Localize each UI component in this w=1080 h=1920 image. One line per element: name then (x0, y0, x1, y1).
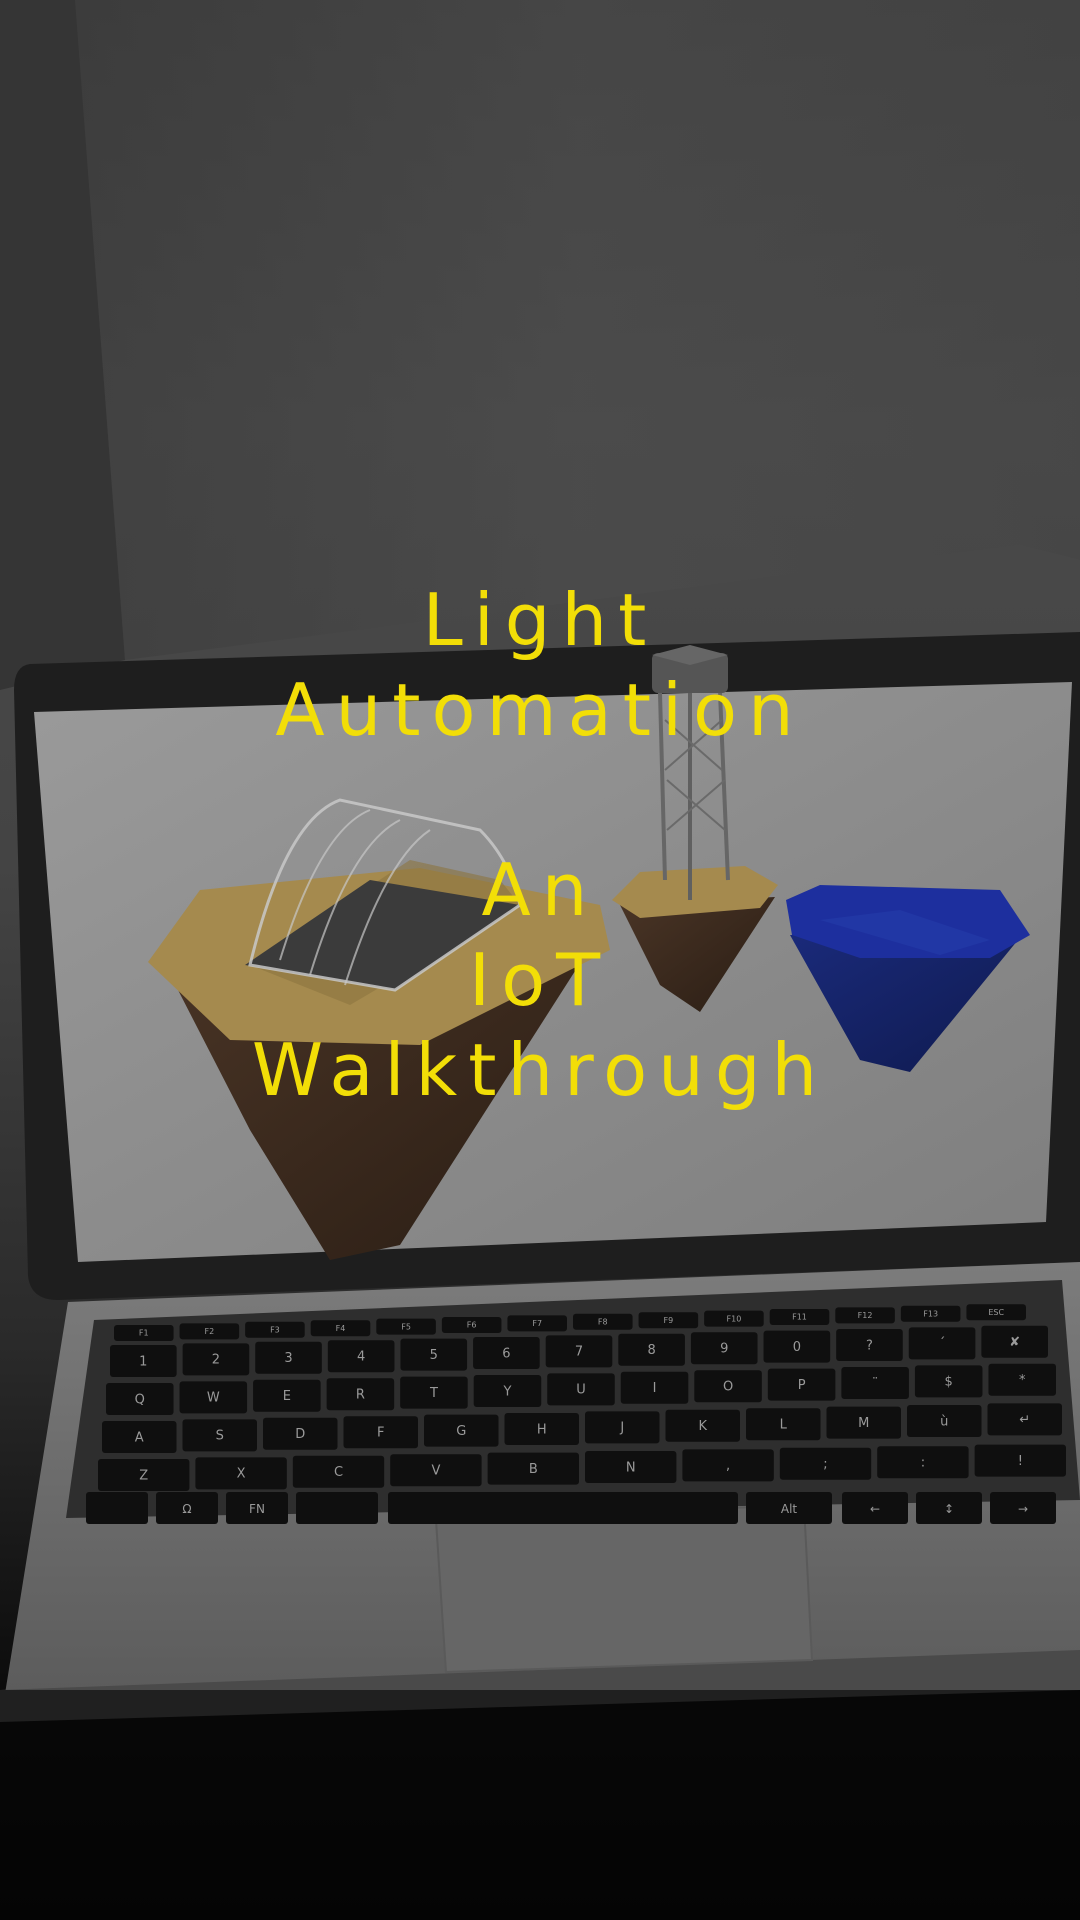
key-label: U (576, 1383, 586, 1398)
key-label: 4 (357, 1350, 365, 1365)
key-label: F9 (664, 1316, 674, 1325)
key-label: A (135, 1430, 144, 1445)
keyboard-key[interactable] (86, 1492, 148, 1524)
key-label: : (921, 1456, 925, 1471)
key-label: F3 (270, 1325, 280, 1334)
key-label: Y (502, 1384, 511, 1399)
key-label: K (698, 1419, 707, 1434)
key-label: F1 (139, 1329, 149, 1338)
title-line: Light (422, 578, 658, 662)
trackpad[interactable] (434, 1503, 814, 1674)
key-label: O (723, 1380, 733, 1395)
key-label: F13 (923, 1309, 938, 1318)
spacebar[interactable] (388, 1492, 738, 1524)
key-label: F10 (727, 1314, 742, 1323)
key-label: F5 (401, 1322, 411, 1331)
key-label: * (1019, 1373, 1026, 1388)
key-label: I (653, 1381, 657, 1396)
key-label: P (798, 1378, 806, 1393)
key-label: FN (249, 1502, 265, 1516)
key-label: 0 (793, 1340, 801, 1355)
key-label: ? (866, 1338, 873, 1353)
key-label: ! (1018, 1454, 1023, 1469)
subtitle-line: Walkthrough (251, 1028, 829, 1112)
key-label: F2 (205, 1327, 215, 1336)
key-label: 1 (139, 1354, 147, 1369)
key-label: F6 (467, 1321, 477, 1330)
key-label: Alt (781, 1502, 798, 1516)
laptop-icon (0, 632, 1080, 1722)
key-label: ¨ (872, 1376, 879, 1391)
key-label: 6 (502, 1346, 510, 1361)
key-label: J (619, 1421, 624, 1436)
app-background: F1 F2 F3 F4 F5 F6 F7 F8 F9 F10 F11 F12 F13 ESC 1 2 3 4 5 6 7… (0, 0, 1080, 1920)
key-label: F11 (792, 1313, 807, 1322)
key-label: , (726, 1459, 730, 1474)
key-label: ESC (988, 1308, 1004, 1317)
key-label: 2 (212, 1353, 220, 1368)
key-label: ↕ (944, 1502, 954, 1516)
key-label: F8 (598, 1317, 608, 1326)
key-label: Z (139, 1468, 148, 1483)
key-label: B (529, 1462, 538, 1477)
key-label: D (295, 1427, 305, 1442)
keyboard-key[interactable] (296, 1492, 378, 1524)
key-label: F4 (336, 1324, 346, 1333)
key-label: G (456, 1424, 466, 1439)
key-label: 9 (720, 1342, 728, 1357)
key-label: V (431, 1464, 440, 1479)
key-label: X (237, 1467, 246, 1482)
key-label: H (537, 1422, 547, 1437)
key-label: ù (940, 1414, 948, 1429)
key-label: N (626, 1460, 636, 1475)
key-label: W (207, 1391, 220, 1406)
key-label: $ (945, 1375, 953, 1390)
key-label: ; (823, 1457, 827, 1472)
key-label: 7 (575, 1345, 583, 1360)
key-label: R (356, 1388, 365, 1403)
title-line: Automation (275, 668, 805, 752)
key-label: F (377, 1426, 384, 1441)
key-label: ✘ (1009, 1335, 1020, 1350)
subtitle-line: An (481, 848, 599, 932)
key-label: ← (870, 1502, 880, 1516)
key-label: E (283, 1389, 291, 1404)
key-label: F7 (532, 1319, 542, 1328)
key-label: ↵ (1019, 1413, 1030, 1428)
key-label: M (858, 1416, 869, 1431)
key-label: Q (135, 1392, 145, 1407)
key-label: ´ (939, 1337, 946, 1352)
key-label: S (216, 1429, 224, 1444)
key-label: L (780, 1418, 788, 1433)
key-label: 3 (284, 1351, 292, 1366)
key-label: T (429, 1386, 438, 1401)
key-label: Ω (182, 1502, 191, 1516)
key-label: 8 (647, 1343, 655, 1358)
key-label: C (334, 1465, 343, 1480)
key-label: 5 (430, 1348, 438, 1363)
key-label: → (1018, 1502, 1028, 1516)
subtitle-line: IoT (468, 938, 612, 1022)
key-label: F12 (858, 1311, 873, 1320)
